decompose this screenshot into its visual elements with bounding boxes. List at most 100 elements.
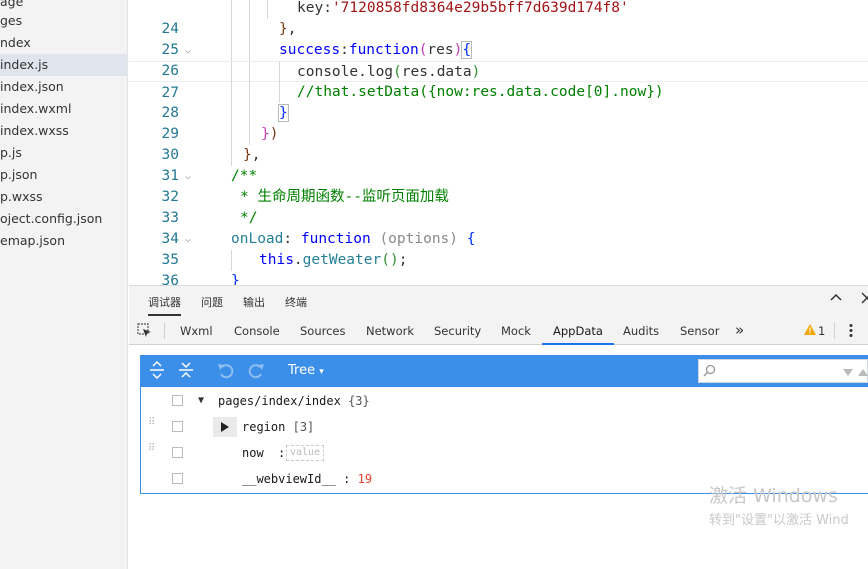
node-key: __webviewId__ bbox=[242, 472, 336, 486]
search-box[interactable] bbox=[698, 359, 868, 383]
activation-watermark-title: 激活 Windows bbox=[709, 485, 838, 507]
fold-chevron-icon[interactable]: ⌵ bbox=[185, 229, 191, 250]
file-item[interactable]: emap.json bbox=[0, 230, 127, 252]
chevron-up-icon[interactable] bbox=[830, 292, 842, 308]
code-line: 30 }) bbox=[129, 124, 868, 163]
tab-mock[interactable]: Mock bbox=[501, 324, 531, 338]
undo-icon[interactable] bbox=[217, 361, 235, 383]
warning-triangle-icon[interactable] bbox=[804, 324, 816, 339]
code-token: ) bbox=[269, 126, 279, 142]
node-checkbox[interactable] bbox=[172, 473, 183, 484]
fold-chevron-icon[interactable]: ⌵ bbox=[185, 40, 191, 61]
node-key: pages/index/index bbox=[218, 394, 341, 408]
code-token: res bbox=[427, 42, 454, 58]
file-item[interactable]: p.json bbox=[0, 164, 127, 186]
drag-handle-icon[interactable]: ⠿ bbox=[148, 418, 156, 428]
tab-wxml[interactable]: Wxml bbox=[180, 324, 213, 338]
code-token: * 生命周期函数--监听页面加载 bbox=[240, 189, 449, 205]
search-input[interactable] bbox=[719, 362, 839, 380]
node-colon: : bbox=[278, 446, 286, 460]
caret-down-icon: ▾ bbox=[319, 367, 324, 377]
tab-audits[interactable]: Audits bbox=[623, 324, 659, 338]
expanded-triangle-icon[interactable]: ▼ bbox=[198, 388, 204, 414]
close-icon[interactable] bbox=[861, 292, 868, 308]
collapse-all-icon[interactable] bbox=[179, 361, 193, 383]
tab-security[interactable]: Security bbox=[434, 324, 481, 338]
code-token: key bbox=[297, 0, 324, 16]
node-key: region bbox=[242, 420, 286, 434]
divider bbox=[164, 323, 165, 339]
file-item-selected[interactable]: index.js bbox=[0, 54, 127, 76]
code-token: : bbox=[340, 42, 349, 58]
code-token: () bbox=[381, 252, 399, 268]
tab-output[interactable]: 输出 bbox=[243, 294, 265, 310]
view-mode-dropdown[interactable]: Tree ▾ bbox=[288, 363, 324, 378]
file-item-label: p.js bbox=[0, 145, 22, 160]
code-token: } bbox=[243, 147, 252, 163]
node-value-input[interactable]: value bbox=[286, 445, 325, 461]
tab-terminal[interactable]: 终端 bbox=[285, 294, 307, 310]
divider bbox=[834, 323, 835, 339]
search-next-icon[interactable] bbox=[843, 366, 853, 381]
view-mode-label: Tree bbox=[288, 363, 316, 378]
warning-count[interactable]: 1 bbox=[818, 324, 825, 338]
redo-icon[interactable] bbox=[247, 361, 265, 383]
node-checkbox[interactable] bbox=[172, 421, 183, 432]
code-token: . bbox=[293, 252, 303, 268]
code-line: 32 ⌵ /** bbox=[129, 166, 868, 205]
code-line: 36 this.getWeater(); bbox=[129, 250, 868, 285]
file-item-label: index.wxml bbox=[0, 101, 72, 116]
code-token: onLoad bbox=[231, 231, 284, 247]
file-item[interactable]: ges bbox=[0, 10, 127, 32]
drag-handle-icon[interactable]: ⠿ bbox=[148, 444, 156, 454]
tab-console[interactable]: Console bbox=[234, 324, 280, 338]
tree-node[interactable]: ⠿ region [3] bbox=[141, 414, 868, 440]
code-line: 26 ⌵ success:function(res){ bbox=[129, 40, 868, 79]
fold-chevron-icon[interactable]: ⌵ bbox=[185, 166, 191, 187]
tab-debugger[interactable]: 调试器 bbox=[148, 294, 181, 316]
more-vertical-icon[interactable] bbox=[849, 323, 853, 342]
tab-sources[interactable]: Sources bbox=[300, 324, 346, 338]
tree-node-root[interactable]: ▼ pages/index/index {3} bbox=[141, 388, 868, 414]
code-token: /** bbox=[231, 168, 258, 184]
file-item[interactable]: index.wxml bbox=[0, 98, 127, 120]
expand-all-icon[interactable] bbox=[150, 360, 164, 383]
code-editor[interactable]: 24 key:'7120858fd8364e29b5bff7d639d174f8… bbox=[129, 0, 868, 285]
file-item[interactable]: index.wxss bbox=[0, 120, 127, 142]
file-item-label: index.json bbox=[0, 79, 64, 94]
node-count: {3} bbox=[348, 394, 370, 408]
tab-sensor[interactable]: Sensor bbox=[680, 324, 719, 338]
tab-network[interactable]: Network bbox=[366, 324, 414, 338]
node-value[interactable]: 19 bbox=[358, 472, 372, 486]
search-prev-icon[interactable] bbox=[858, 366, 868, 381]
file-explorer: age ges ndex index.js index.json index.w… bbox=[0, 0, 128, 569]
code-token: console bbox=[297, 64, 359, 80]
code-token: function bbox=[300, 231, 371, 247]
tree-node[interactable]: ⠿ now : value bbox=[141, 440, 868, 466]
inspect-cursor-icon[interactable] bbox=[137, 323, 152, 342]
node-checkbox[interactable] bbox=[172, 447, 183, 458]
file-item[interactable]: index.json bbox=[0, 76, 127, 98]
code-token: ( bbox=[379, 231, 389, 247]
json-tree: ▼ pages/index/index {3} ⠿ region [3] ⠿ n… bbox=[140, 387, 868, 494]
code-token: ) bbox=[471, 64, 481, 80]
more-tabs-button[interactable]: » bbox=[735, 321, 744, 339]
debug-panel-tabbar: 调试器 问题 输出 终端 bbox=[129, 285, 868, 317]
file-item-label: oject.config.json bbox=[0, 211, 103, 226]
file-item[interactable]: p.js bbox=[0, 142, 127, 164]
collapsed-triangle-icon[interactable] bbox=[213, 417, 237, 437]
code-line-current: 27 console.log(res.data) bbox=[129, 61, 868, 101]
file-item[interactable]: ndex bbox=[0, 32, 127, 54]
code-token: success bbox=[279, 42, 341, 58]
tab-appdata[interactable]: AppData bbox=[542, 324, 614, 345]
code-line: 35 ⌵ onLoad: function (options) { bbox=[129, 229, 868, 268]
node-checkbox[interactable] bbox=[172, 395, 183, 406]
code-token: } bbox=[278, 104, 289, 122]
file-item[interactable]: p.wxss bbox=[0, 186, 127, 208]
code-line: 24 key:'7120858fd8364e29b5bff7d639d174f8… bbox=[129, 0, 868, 37]
tab-problems[interactable]: 问题 bbox=[201, 294, 223, 310]
file-item[interactable]: oject.config.json bbox=[0, 208, 127, 230]
code-token: , bbox=[287, 21, 297, 37]
code-line: 37 } bbox=[129, 271, 868, 285]
code-line: 31 }, bbox=[129, 145, 868, 184]
